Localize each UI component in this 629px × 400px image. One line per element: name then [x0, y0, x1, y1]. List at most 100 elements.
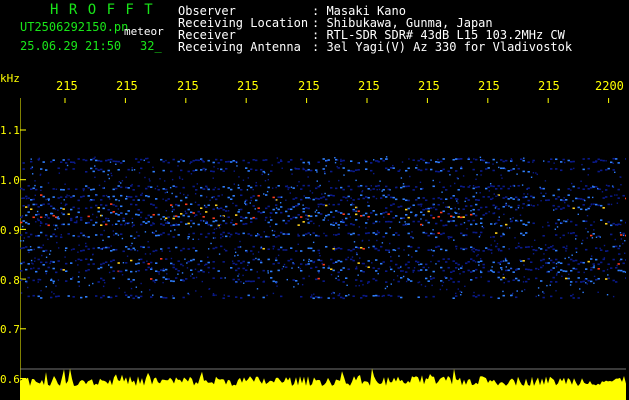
signal-pixel [435, 160, 438, 163]
signal-pixel [327, 159, 330, 161]
noise-speckle [459, 273, 461, 275]
signal-pixel [297, 203, 300, 205]
signal-pixel [217, 270, 220, 272]
signal-pixel [200, 260, 203, 262]
signal-pixel [140, 223, 143, 226]
signal-pixel [455, 170, 458, 172]
signal-pixel [615, 158, 618, 160]
signal-pixel [45, 249, 48, 252]
noise-speckle [33, 267, 35, 269]
signal-pixel [455, 198, 458, 200]
noise-speckle [381, 295, 383, 298]
signal-pixel [95, 295, 98, 297]
signal-pixel [107, 169, 110, 172]
noise-speckle [362, 284, 364, 286]
signal-pixel [575, 281, 578, 283]
signal-pixel [92, 188, 95, 191]
signal-pixel [155, 234, 158, 237]
signal-pixel [107, 195, 110, 198]
noise-speckle [496, 243, 499, 245]
signal-pixel [247, 261, 250, 264]
signal-pixel [405, 214, 408, 216]
noise-speckle [290, 186, 293, 188]
noise-speckle [206, 221, 208, 223]
noise-speckle [263, 171, 266, 174]
noise-speckle [292, 262, 294, 264]
signal-pixel [107, 208, 110, 211]
noise-speckle [267, 173, 270, 176]
signal-pixel [540, 266, 543, 269]
noise-speckle [141, 192, 143, 195]
signal-pixel [577, 263, 580, 265]
signal-pixel [70, 219, 73, 222]
noise-speckle [39, 279, 42, 281]
noise-speckle [252, 188, 254, 191]
signal-pixel [290, 217, 293, 220]
signal-pixel [250, 268, 253, 271]
noise-speckle [88, 284, 91, 287]
noise-speckle [477, 253, 479, 256]
noise-speckle [247, 177, 249, 179]
noise-speckle [195, 290, 197, 292]
signal-pixel [572, 160, 575, 163]
signal-pixel [372, 267, 375, 269]
signal-pixel [30, 267, 33, 270]
noise-speckle [591, 237, 594, 239]
signal-pixel [437, 161, 440, 164]
noise-speckle [535, 295, 537, 298]
noise-speckle [497, 194, 499, 197]
noise-speckle [390, 283, 392, 285]
signal-pixel [267, 186, 270, 189]
signal-pixel [27, 185, 30, 187]
signal-pixel [130, 259, 133, 262]
signal-pixel [72, 195, 75, 197]
signal-pixel [285, 249, 288, 251]
signal-pixel [482, 266, 485, 269]
noise-speckle [404, 264, 407, 266]
signal-pixel [375, 185, 378, 188]
signal-pixel [467, 186, 470, 188]
noise-speckle [271, 164, 273, 166]
noise-speckle [40, 289, 42, 292]
noise-speckle [517, 207, 520, 209]
noise-speckle [454, 207, 457, 209]
signal-pixel [550, 281, 553, 283]
signal-pixel [452, 281, 455, 283]
signal-pixel [267, 236, 270, 238]
signal-pixel [140, 295, 143, 298]
noise-speckle [219, 223, 222, 226]
signal-pixel [387, 294, 390, 297]
signal-pixel [470, 279, 473, 281]
noise-speckle [220, 168, 222, 171]
noise-speckle [148, 178, 151, 180]
signal-pixel [430, 214, 433, 217]
signal-pixel [265, 194, 268, 196]
signal-pixel [435, 208, 438, 211]
signal-pixel [292, 198, 295, 200]
signal-pixel [297, 224, 300, 226]
signal-pixel [500, 267, 503, 269]
signal-pixel [122, 219, 125, 222]
signal-pixel [150, 268, 153, 271]
noise-speckle [269, 216, 272, 218]
noise-speckle [603, 257, 606, 259]
signal-pixel [367, 266, 370, 269]
signal-pixel [565, 270, 568, 273]
signal-pixel [562, 270, 565, 272]
signal-pixel [397, 267, 400, 269]
signal-pixel [482, 250, 485, 252]
noise-speckle [178, 176, 181, 178]
signal-pixel [452, 194, 455, 197]
noise-speckle [337, 275, 340, 277]
signal-pixel [100, 199, 103, 201]
signal-pixel [505, 259, 508, 262]
noise-speckle [75, 260, 77, 262]
signal-pixel [385, 232, 388, 235]
signal-pixel [530, 195, 533, 198]
signal-pixel [37, 206, 40, 208]
signal-pixel [570, 294, 573, 297]
signal-pixel [27, 249, 30, 251]
signal-pixel [607, 277, 610, 280]
signal-pixel [425, 263, 428, 266]
signal-pixel [332, 216, 335, 218]
